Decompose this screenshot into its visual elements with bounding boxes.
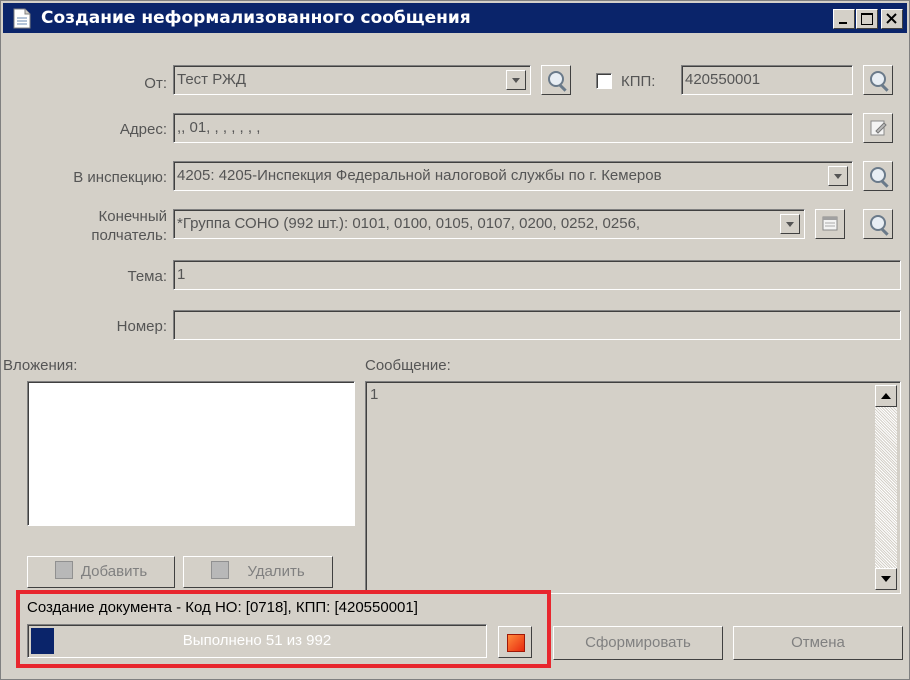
address-field[interactable]: ,, 01, , , , , , , (173, 113, 853, 143)
from-search-button[interactable] (541, 65, 571, 95)
from-combobox[interactable]: Тест РЖД (173, 65, 531, 95)
delete-attachment-button[interactable]: Удалить (183, 556, 333, 588)
number-label: Номер: (116, 318, 167, 335)
recipient-combobox[interactable]: *Группа СОНО (992 шт.): 0101, 0100, 0105… (173, 209, 805, 239)
attachments-label: Вложения: (3, 357, 78, 374)
maximize-button[interactable] (856, 9, 878, 29)
scroll-down-button[interactable] (875, 568, 897, 590)
search-icon (548, 71, 564, 87)
kpp-label: КПП: (621, 73, 656, 90)
add-attachment-label: Добавить (80, 563, 148, 580)
kpp-field[interactable]: 420550001 (681, 65, 853, 95)
close-icon (886, 13, 897, 24)
from-value: Тест РЖД (177, 71, 247, 88)
scroll-up-button[interactable] (875, 385, 897, 407)
highlight-box (16, 590, 551, 668)
subject-value: 1 (177, 266, 186, 283)
search-icon (870, 167, 886, 183)
cancel-button[interactable]: Отмена (733, 626, 903, 660)
close-button[interactable] (881, 9, 903, 29)
address-label: Адрес: (119, 121, 167, 138)
kpp-checkbox[interactable] (596, 73, 612, 89)
inspection-value: 4205: 4205-Инспекция Федеральной налогов… (177, 167, 662, 184)
kpp-value: 420550001 (685, 71, 761, 88)
message-text: 1 (370, 386, 379, 403)
recipient-value: *Группа СОНО (992 шт.): 0101, 0100, 0105… (177, 215, 641, 232)
subject-label: Тема: (127, 268, 168, 285)
inspection-combobox[interactable]: 4205: 4205-Инспекция Федеральной налогов… (173, 161, 853, 191)
number-field[interactable] (173, 310, 901, 340)
add-attachment-button[interactable]: Добавить (27, 556, 175, 588)
inspection-search-button[interactable] (863, 161, 893, 191)
attachments-list[interactable] (27, 381, 355, 526)
search-icon (870, 215, 886, 231)
arrow-up-icon (881, 393, 891, 399)
message-label: Сообщение: (365, 357, 451, 374)
address-value: ,, 01, , , , , , , (177, 119, 261, 136)
minimize-button[interactable] (833, 9, 855, 29)
title-bar[interactable]: Создание неформализованного сообщения (3, 3, 907, 33)
list-icon (822, 216, 838, 231)
minimize-icon (839, 22, 847, 24)
message-scrollbar-track[interactable] (875, 407, 897, 568)
recipient-label: Конечный полчатель: (91, 208, 167, 244)
recipient-list-button[interactable] (815, 209, 845, 239)
recipient-search-button[interactable] (863, 209, 893, 239)
kpp-search-button[interactable] (863, 65, 893, 95)
address-edit-button[interactable] (863, 113, 893, 143)
window-title: Создание неформализованного сообщения (41, 8, 471, 28)
dialog-window: Создание неформализованного сообщения От… (0, 0, 910, 680)
maximize-icon (861, 13, 873, 25)
subject-field[interactable]: 1 (173, 260, 901, 290)
generate-button[interactable]: Сформировать (553, 626, 723, 660)
from-dropdown-button[interactable] (506, 70, 526, 90)
message-textarea[interactable]: 1 (365, 381, 901, 594)
inspection-dropdown-button[interactable] (828, 166, 848, 186)
edit-icon (870, 120, 887, 136)
add-attachment-icon (54, 561, 73, 579)
delete-attachment-label: Удалить (247, 563, 305, 580)
from-label: От: (144, 75, 167, 92)
search-icon (870, 71, 886, 87)
document-icon (13, 8, 31, 29)
inspection-label: В инспекцию: (73, 169, 167, 186)
delete-attachment-icon (211, 561, 230, 579)
arrow-down-icon (881, 576, 891, 582)
recipient-dropdown-button[interactable] (780, 214, 800, 234)
